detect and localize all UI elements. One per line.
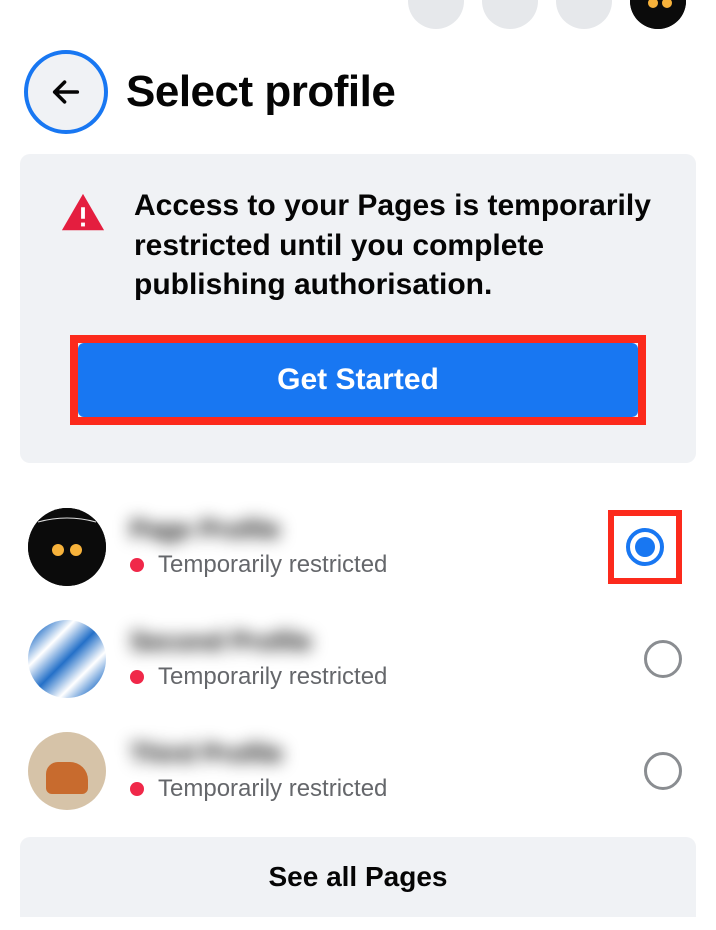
get-started-highlight: Get Started [70, 335, 646, 425]
get-started-button[interactable]: Get Started [78, 343, 638, 417]
warning-icon [60, 190, 106, 241]
profile-avatar [28, 732, 106, 810]
status-text: Temporarily restricted [158, 663, 387, 691]
profile-list-item[interactable]: Second Profile Temporarily restricted [28, 603, 688, 715]
back-button[interactable] [24, 50, 108, 134]
status-dot-icon [130, 782, 144, 796]
profile-name: Second Profile [130, 626, 620, 657]
profile-info: Page Profile Temporarily restricted [130, 514, 584, 579]
status-text: Temporarily restricted [158, 551, 387, 579]
profile-radio[interactable] [644, 640, 682, 678]
profile-list-item[interactable]: Page Profile Temporarily restricted [28, 491, 688, 603]
profile-status: Temporarily restricted [130, 775, 620, 803]
profile-info: Third Profile Temporarily restricted [130, 738, 620, 803]
restriction-alert: Access to your Pages is temporarily rest… [20, 154, 696, 463]
status-dot-icon [130, 670, 144, 684]
status-dot-icon [130, 558, 144, 572]
profile-radio[interactable] [644, 752, 682, 790]
profile-list-item[interactable]: Third Profile Temporarily restricted [28, 715, 688, 827]
status-text: Temporarily restricted [158, 775, 387, 803]
radio-wrap [644, 640, 682, 678]
profile-avatar [28, 508, 106, 586]
alert-content: Access to your Pages is temporarily rest… [60, 186, 656, 305]
profile-avatar [28, 620, 106, 698]
radio-wrap [644, 752, 682, 790]
alert-message: Access to your Pages is temporarily rest… [134, 186, 656, 305]
nav-icon-placeholder[interactable] [482, 0, 538, 29]
profile-radio[interactable] [626, 528, 664, 566]
select-profile-panel: Select profile Access to your Pages is t… [0, 30, 716, 917]
profile-list: Page Profile Temporarily restricted Seco… [20, 491, 696, 827]
top-nav-bar [0, 0, 716, 30]
see-all-pages-button[interactable]: See all Pages [20, 837, 696, 917]
profile-status: Temporarily restricted [130, 551, 584, 579]
panel-header: Select profile [20, 50, 696, 134]
page-title: Select profile [126, 67, 395, 117]
user-avatar[interactable] [630, 0, 686, 29]
profile-name: Page Profile [130, 514, 584, 545]
nav-icon-placeholder[interactable] [408, 0, 464, 29]
nav-icon-placeholder[interactable] [556, 0, 612, 29]
arrow-left-icon [49, 75, 83, 109]
profile-status: Temporarily restricted [130, 663, 620, 691]
profile-name: Third Profile [130, 738, 620, 769]
radio-highlight [608, 510, 682, 584]
profile-info: Second Profile Temporarily restricted [130, 626, 620, 691]
